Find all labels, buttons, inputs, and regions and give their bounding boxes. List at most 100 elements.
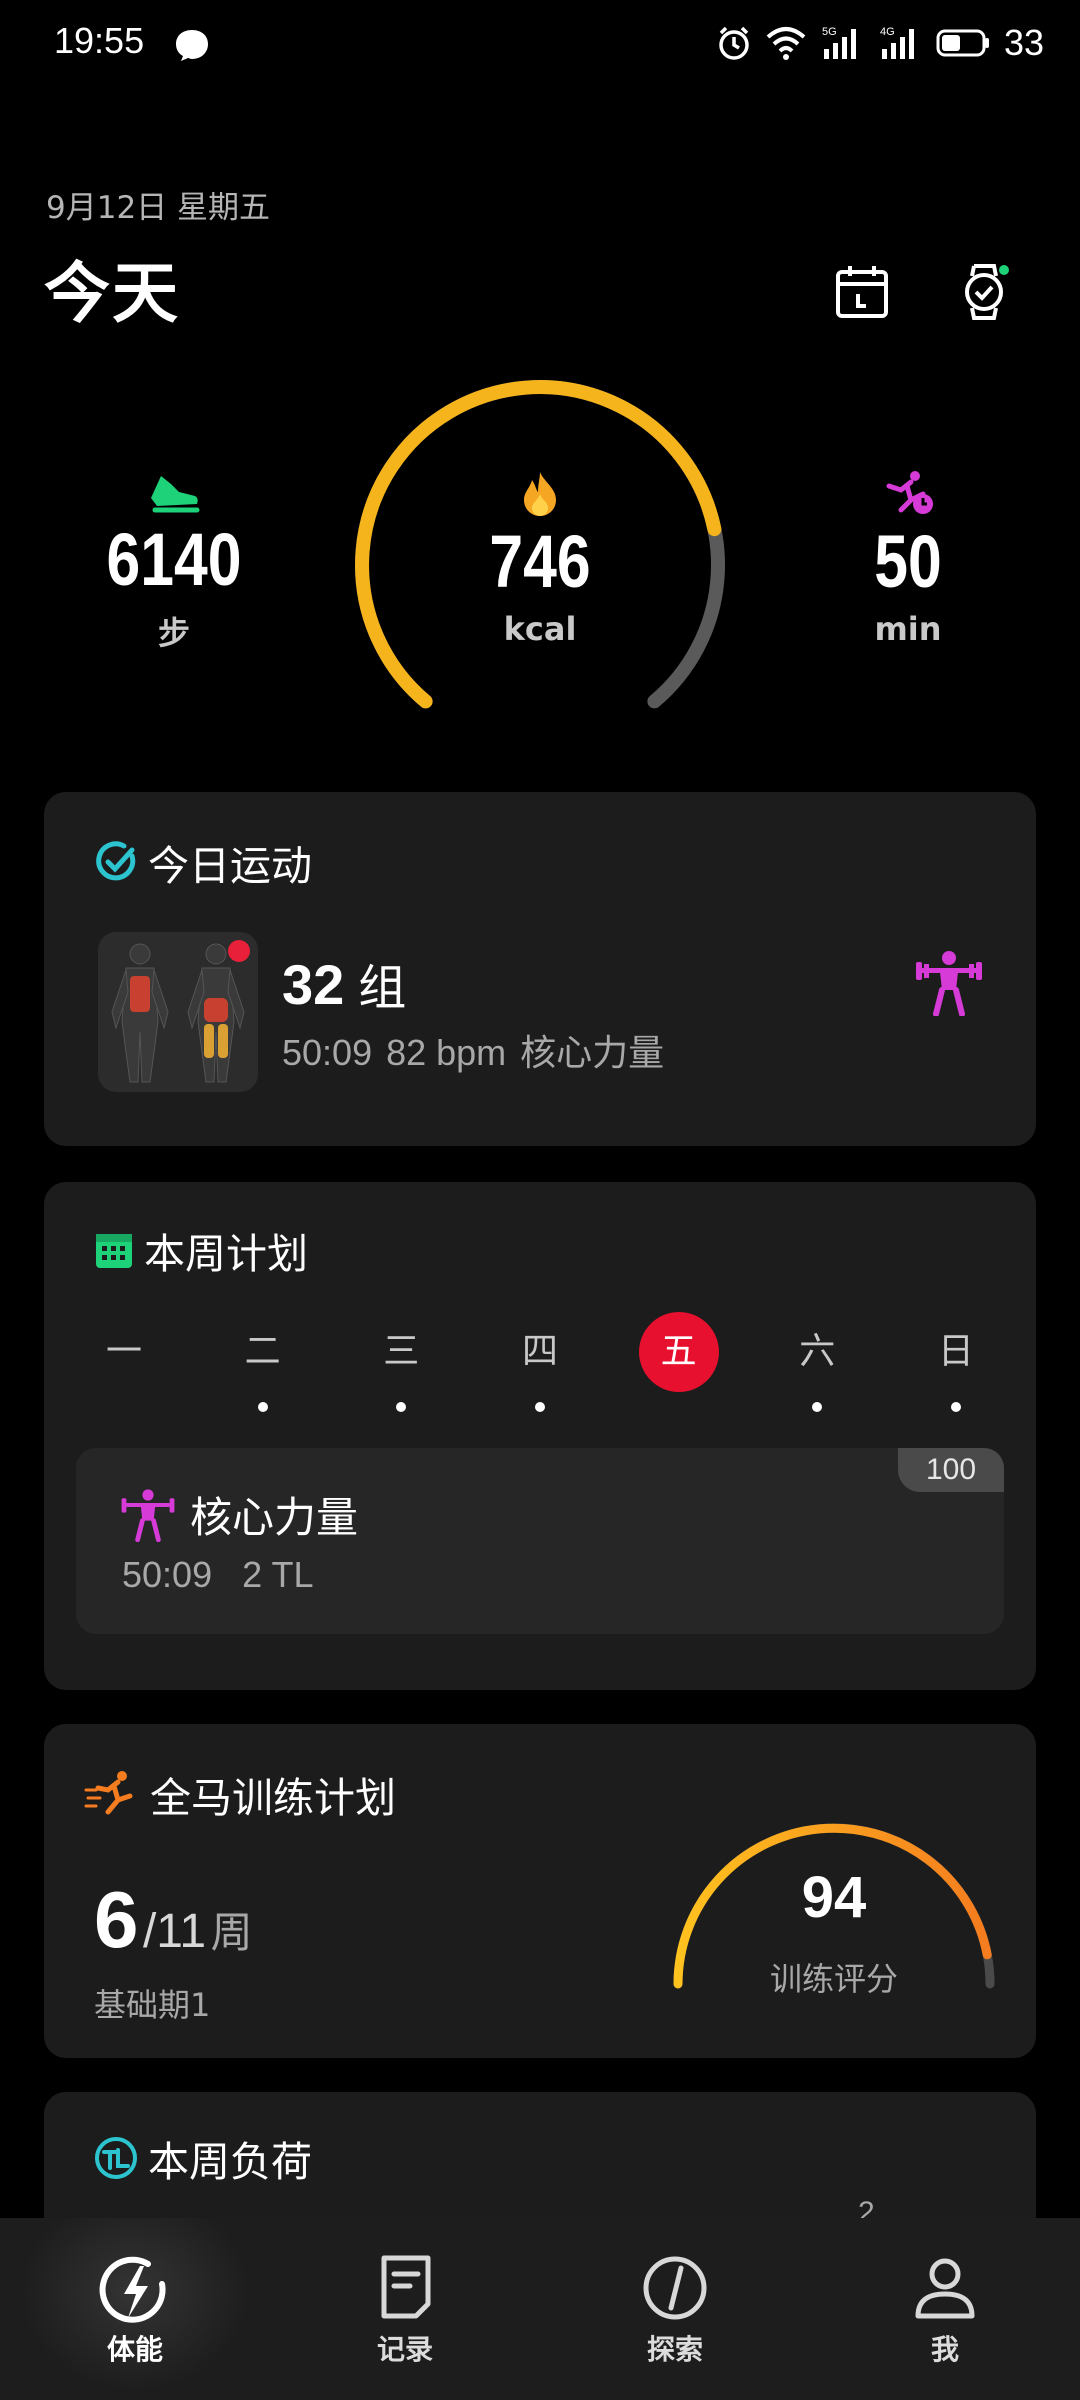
sets-unit: 组 bbox=[358, 960, 407, 1016]
training-score-value: 94 bbox=[801, 1865, 867, 1930]
active-minutes-unit: min bbox=[874, 610, 942, 648]
weekday-activity-dot bbox=[812, 1402, 823, 1412]
calendar-grid-icon bbox=[96, 1234, 132, 1268]
steps-value: 6140 bbox=[106, 518, 242, 601]
sets-count: 32 组 bbox=[282, 948, 406, 1018]
person-icon bbox=[915, 2258, 975, 2319]
nav-label-me: 我 bbox=[930, 2333, 959, 2366]
weekday-label: 四 bbox=[521, 1331, 558, 1372]
svg-text:5G: 5G bbox=[822, 26, 837, 38]
page-title: 今天 bbox=[44, 255, 180, 332]
svg-text:4G: 4G bbox=[880, 26, 895, 38]
weekday-label: 一 bbox=[105, 1331, 142, 1372]
signal-5g-icon: 5G bbox=[822, 26, 856, 59]
weekday-3[interactable]: 三 bbox=[361, 1312, 441, 1432]
today-exercise-title-text: 今日运动 bbox=[148, 842, 312, 890]
marathon-plan-title-text: 全马训练计划 bbox=[150, 1774, 396, 1822]
weekday-activity-dot bbox=[534, 1402, 545, 1412]
alarm-icon bbox=[719, 26, 749, 60]
week-plan-card[interactable]: 本周计划 一 二 三 四 五 六 日 100 核心力量 50:09 2 TL bbox=[44, 1182, 1036, 1690]
flame-icon bbox=[524, 472, 556, 516]
battery-level: 33 bbox=[1003, 22, 1044, 63]
weightlifting-icon bbox=[121, 1488, 175, 1542]
active-minutes-value: 50 bbox=[874, 520, 942, 603]
weekday-label: 五 bbox=[638, 1312, 719, 1392]
weekday-activity-dot bbox=[950, 1402, 961, 1412]
nav-label-fitness: 体能 bbox=[106, 2333, 163, 2366]
plan-item-title: 核心力量 bbox=[120, 1484, 358, 1545]
weekday-4[interactable]: 四 bbox=[500, 1312, 580, 1432]
nav-label-explore: 探索 bbox=[646, 2333, 703, 2366]
training-score-label: 训练评分 bbox=[769, 1960, 898, 1998]
week-plan-title: 本周计划 bbox=[94, 1220, 308, 1280]
weekday-7[interactable]: 日 bbox=[916, 1312, 996, 1432]
nav-item-records[interactable]: 记录 bbox=[270, 2218, 540, 2400]
running-icon bbox=[84, 1771, 133, 1815]
weightlifting-icon bbox=[916, 951, 982, 1016]
week-total: /11 bbox=[142, 1905, 207, 1958]
exercise-duration: 50:09 bbox=[282, 1032, 373, 1073]
nav-item-fitness[interactable]: 体能 bbox=[0, 2218, 270, 2400]
active-minutes-stat[interactable]: 50 min bbox=[788, 470, 1028, 648]
plan-phase: 基础期1 bbox=[94, 1986, 211, 2024]
nav-label-records: 记录 bbox=[376, 2333, 433, 2366]
calorie-stat: 746 kcal bbox=[420, 470, 660, 648]
training-load-icon bbox=[95, 2137, 137, 2179]
weekday-6[interactable]: 六 bbox=[777, 1312, 857, 1432]
calorie-value: 746 bbox=[489, 520, 591, 603]
exercise-type: 核心力量 bbox=[520, 1033, 665, 1074]
status-time: 19:55 bbox=[54, 20, 145, 61]
plan-item-duration: 50:09 bbox=[122, 1554, 213, 1595]
calendar-icon[interactable] bbox=[832, 262, 892, 322]
calorie-ring[interactable]: 746 kcal bbox=[340, 370, 740, 710]
signal-4g-icon: 4G bbox=[880, 26, 914, 59]
plan-week-progress: 6 /11 周 bbox=[94, 1874, 253, 1966]
training-score-gauge: 94 训练评分 bbox=[664, 1808, 1004, 2008]
week-plan-title-text: 本周计划 bbox=[144, 1230, 308, 1278]
weekday-label: 二 bbox=[244, 1331, 281, 1372]
weekday-5[interactable]: 五 bbox=[638, 1312, 719, 1432]
message-bubble-icon bbox=[176, 30, 208, 61]
plan-item[interactable]: 100 核心力量 50:09 2 TL bbox=[76, 1448, 1004, 1634]
today-exercise-title: 今日运动 bbox=[94, 832, 312, 892]
weekday-label: 三 bbox=[383, 1331, 420, 1372]
battery-icon bbox=[936, 29, 989, 57]
shoe-icon bbox=[151, 476, 200, 513]
weekday-1[interactable]: 一 bbox=[84, 1312, 164, 1432]
marathon-plan-card[interactable]: 全马训练计划 6 /11 周 基础期1 94 训练评分 bbox=[44, 1724, 1036, 2058]
weekday-activity-dot bbox=[257, 1402, 268, 1412]
nav-item-me[interactable]: 我 bbox=[810, 2218, 1080, 2400]
weekday-activity-dot bbox=[396, 1402, 407, 1412]
calorie-unit: kcal bbox=[503, 610, 577, 648]
steps-stat[interactable]: 6140 步 bbox=[54, 470, 294, 654]
bottom-navigation: 体能 记录 探索 我 bbox=[0, 2218, 1080, 2400]
sets-value: 32 bbox=[282, 953, 345, 1016]
check-circle-icon bbox=[96, 841, 136, 881]
document-icon bbox=[381, 2255, 431, 2319]
plan-item-load: 2 TL bbox=[242, 1554, 314, 1595]
plan-item-name: 核心力量 bbox=[190, 1493, 359, 1542]
week-current: 6 bbox=[94, 1875, 139, 1964]
compass-icon bbox=[643, 2256, 707, 2320]
week-unit: 周 bbox=[210, 1908, 253, 1957]
exercise-heart-rate: 82 bpm bbox=[386, 1032, 507, 1073]
lightning-icon bbox=[99, 2256, 166, 2323]
weekday-label: 六 bbox=[799, 1331, 836, 1372]
plan-item-meta: 50:09 2 TL bbox=[122, 1554, 343, 1596]
weekday-2[interactable]: 二 bbox=[223, 1312, 303, 1432]
steps-unit: 步 bbox=[157, 614, 190, 652]
weekday-label: 日 bbox=[937, 1331, 974, 1372]
wifi-icon bbox=[766, 27, 806, 60]
date-label: 9月12日 星期五 bbox=[46, 190, 271, 226]
status-bar: 19:55 5G 4G 33 bbox=[0, 0, 1080, 90]
watch-icon[interactable] bbox=[954, 262, 1014, 322]
muscle-map-thumbnail bbox=[98, 932, 258, 1092]
new-indicator-dot bbox=[228, 940, 250, 962]
week-load-title: 本周负荷 bbox=[94, 2128, 312, 2188]
exercise-details: 50:09 82 bpm 核心力量 bbox=[282, 1024, 678, 1076]
today-exercise-card[interactable]: 今日运动 32 组 50:09 82 bpm 核心力量 bbox=[44, 792, 1036, 1146]
plan-score-badge: 100 bbox=[898, 1448, 1004, 1492]
marathon-plan-title: 全马训练计划 bbox=[84, 1764, 396, 1824]
weekday-selector: 一二三四五六日 bbox=[84, 1312, 996, 1432]
nav-item-explore[interactable]: 探索 bbox=[540, 2218, 810, 2400]
